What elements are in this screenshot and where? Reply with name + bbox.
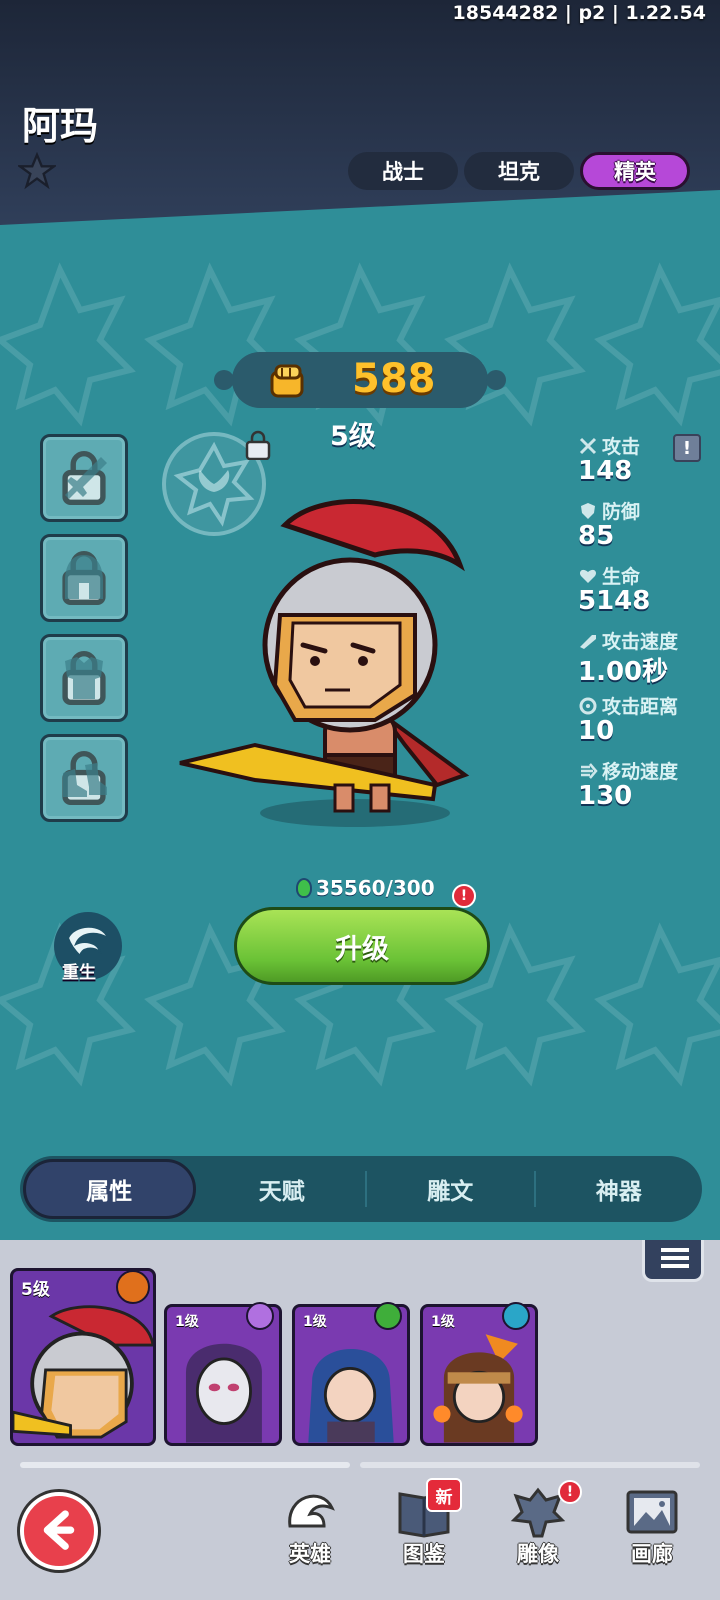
stat-health-label: 生命 bbox=[602, 566, 641, 588]
class-tabs: 战士 坦克 精英 bbox=[348, 152, 690, 190]
roster-scrollbar[interactable] bbox=[20, 1462, 700, 1468]
stat-range: 攻击距离 10 bbox=[578, 692, 706, 757]
sword-icon bbox=[578, 436, 598, 456]
move-speed-icon bbox=[578, 761, 598, 781]
upgrade-cost-value: 35560/300 bbox=[316, 876, 435, 900]
equipment-slot-helmet[interactable] bbox=[40, 534, 128, 622]
stat-attack-label: 攻击 bbox=[602, 436, 641, 458]
stat-attack-speed-label: 攻击速度 bbox=[602, 631, 679, 653]
stat-range-label: 攻击距离 bbox=[602, 696, 679, 718]
equipment-slot-armor[interactable] bbox=[40, 634, 128, 722]
hero-card-level: 1级 bbox=[431, 1314, 455, 1330]
hero-card-portrait bbox=[433, 1334, 523, 1443]
nav-gallery[interactable]: 画廊 bbox=[602, 1486, 702, 1576]
potion-icon bbox=[296, 878, 312, 898]
nav-gallery-label: 画廊 bbox=[631, 1542, 673, 1566]
back-arrow-icon bbox=[43, 1510, 75, 1550]
hero-portrait bbox=[179, 499, 470, 827]
tab-glyphs[interactable]: 雕文 bbox=[367, 1156, 534, 1222]
hero-name: 阿玛 bbox=[22, 104, 99, 148]
stat-range-value: 10 bbox=[578, 716, 615, 746]
stat-health-value: 5148 bbox=[578, 586, 651, 616]
upgrade-button[interactable]: 升级 bbox=[234, 907, 490, 985]
fist-icon bbox=[270, 364, 304, 398]
sword-slot-icon bbox=[65, 457, 107, 499]
helmet-slot-icon bbox=[65, 555, 103, 599]
stat-attack-speed: 攻击速度 1.00秒 bbox=[578, 627, 706, 692]
hero-card-portrait bbox=[13, 1305, 153, 1439]
armor-slot-icon bbox=[65, 657, 103, 699]
new-badge: 新 bbox=[426, 1478, 462, 1512]
equipment-slot-weapon[interactable] bbox=[40, 434, 128, 522]
stat-defense: 防御 85 bbox=[578, 497, 706, 562]
upgrade-alert-badge: ! bbox=[452, 884, 476, 908]
class-tab-elite[interactable]: 精英 bbox=[580, 152, 690, 190]
class-warrior-icon bbox=[116, 1270, 150, 1304]
rebirth-label: 重生 bbox=[62, 963, 96, 983]
stats-panel: 攻击 148 防御 85 生命 5148 攻击速度 1.00秒 攻击距离 10 … bbox=[578, 432, 706, 822]
stat-defense-value: 85 bbox=[578, 521, 615, 551]
stat-move-speed-value: 130 bbox=[578, 781, 633, 811]
upgrade-cost: 35560/300 bbox=[296, 876, 435, 900]
nav-codex[interactable]: 图鉴 新 bbox=[374, 1478, 474, 1576]
header-panel bbox=[0, 0, 720, 225]
class-tab-warrior[interactable]: 战士 bbox=[348, 152, 458, 190]
statues-alert-badge: ! bbox=[558, 1480, 582, 1504]
stat-attack-value: 148 bbox=[578, 456, 633, 486]
boots-slot-icon bbox=[63, 763, 107, 797]
picture-icon bbox=[626, 1490, 678, 1534]
hero-level: 5级 bbox=[330, 421, 376, 452]
build-info: 18544282 | p2 | 1.22.54 bbox=[452, 2, 706, 24]
back-button[interactable] bbox=[20, 1492, 98, 1570]
attack-speed-icon bbox=[578, 631, 598, 651]
helmet-icon bbox=[288, 1494, 335, 1528]
stat-health: 生命 5148 bbox=[578, 562, 706, 627]
tab-attributes[interactable]: 属性 bbox=[23, 1159, 196, 1219]
stat-attack: 攻击 148 bbox=[578, 432, 706, 497]
nav-statues[interactable]: 雕像 ! bbox=[488, 1480, 588, 1576]
lock-icon bbox=[245, 430, 271, 460]
nav-heroes[interactable]: 英雄 bbox=[260, 1486, 360, 1576]
hero-card-portrait bbox=[185, 1343, 262, 1443]
hero-card-portrait bbox=[308, 1349, 394, 1443]
tab-talents[interactable]: 天赋 bbox=[199, 1156, 366, 1222]
hero-card-level: 5级 bbox=[21, 1280, 50, 1300]
detail-tabs: 属性 天赋 雕文 神器 bbox=[20, 1156, 702, 1222]
range-icon bbox=[578, 696, 598, 716]
class-mage-icon bbox=[246, 1302, 274, 1330]
hero-card-level: 1级 bbox=[303, 1314, 327, 1330]
list-view-button[interactable] bbox=[642, 1240, 704, 1282]
stat-move-speed-label: 移动速度 bbox=[602, 761, 679, 783]
nav-heroes-label: 英雄 bbox=[289, 1542, 331, 1566]
shield-icon bbox=[578, 501, 598, 521]
nav-codex-label: 图鉴 bbox=[403, 1542, 445, 1566]
stat-defense-label: 防御 bbox=[602, 501, 641, 523]
class-archer-icon bbox=[374, 1302, 402, 1330]
hero-card-level: 1级 bbox=[175, 1314, 199, 1330]
heart-icon bbox=[578, 566, 598, 586]
power-display: 588 bbox=[214, 352, 506, 408]
class-support-icon bbox=[502, 1302, 530, 1330]
tab-artifacts[interactable]: 神器 bbox=[536, 1156, 703, 1222]
stat-attack-speed-value: 1.00秒 bbox=[578, 657, 669, 687]
power-value: 588 bbox=[352, 356, 436, 402]
class-tab-tank[interactable]: 坦克 bbox=[464, 152, 574, 190]
nav-statues-label: 雕像 bbox=[517, 1542, 559, 1566]
star-icon[interactable] bbox=[18, 152, 56, 190]
stat-move-speed: 移动速度 130 bbox=[578, 757, 706, 822]
equipment-slot-boots[interactable] bbox=[40, 734, 128, 822]
